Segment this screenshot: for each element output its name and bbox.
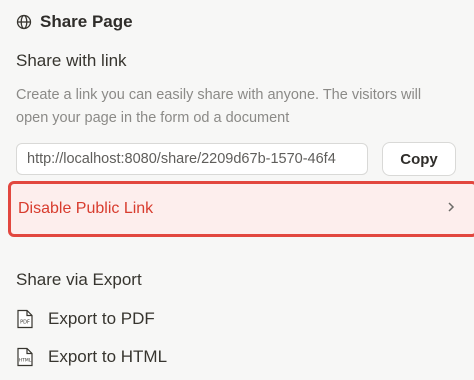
html-file-icon: HTML — [16, 347, 34, 367]
copy-button[interactable]: Copy — [382, 142, 456, 176]
disable-public-link-label: Disable Public Link — [18, 200, 154, 217]
export-to-html-button[interactable]: HTML Export to HTML — [16, 347, 167, 367]
export-to-pdf-button[interactable]: PDF Export to PDF — [16, 309, 155, 329]
export-to-html-label: Export to HTML — [48, 347, 168, 366]
share-with-link-title: Share with link — [16, 51, 127, 70]
share-page-header: Share Page — [16, 12, 133, 32]
chevron-right-icon — [447, 200, 455, 218]
svg-text:PDF: PDF — [20, 320, 30, 326]
svg-text:HTML: HTML — [19, 358, 32, 364]
disable-public-link-button[interactable]: Disable Public Link — [8, 181, 474, 237]
share-link-description: Create a link you can easily share with … — [16, 87, 422, 126]
share-via-export-title: Share via Export — [16, 270, 142, 289]
share-url-input[interactable] — [16, 143, 368, 175]
share-page-panel: Share Page Share with link Create a link… — [0, 0, 474, 380]
export-to-pdf-label: Export to PDF — [48, 309, 155, 328]
globe-icon — [16, 14, 32, 30]
pdf-file-icon: PDF — [16, 309, 34, 329]
page-title: Share Page — [40, 12, 133, 31]
